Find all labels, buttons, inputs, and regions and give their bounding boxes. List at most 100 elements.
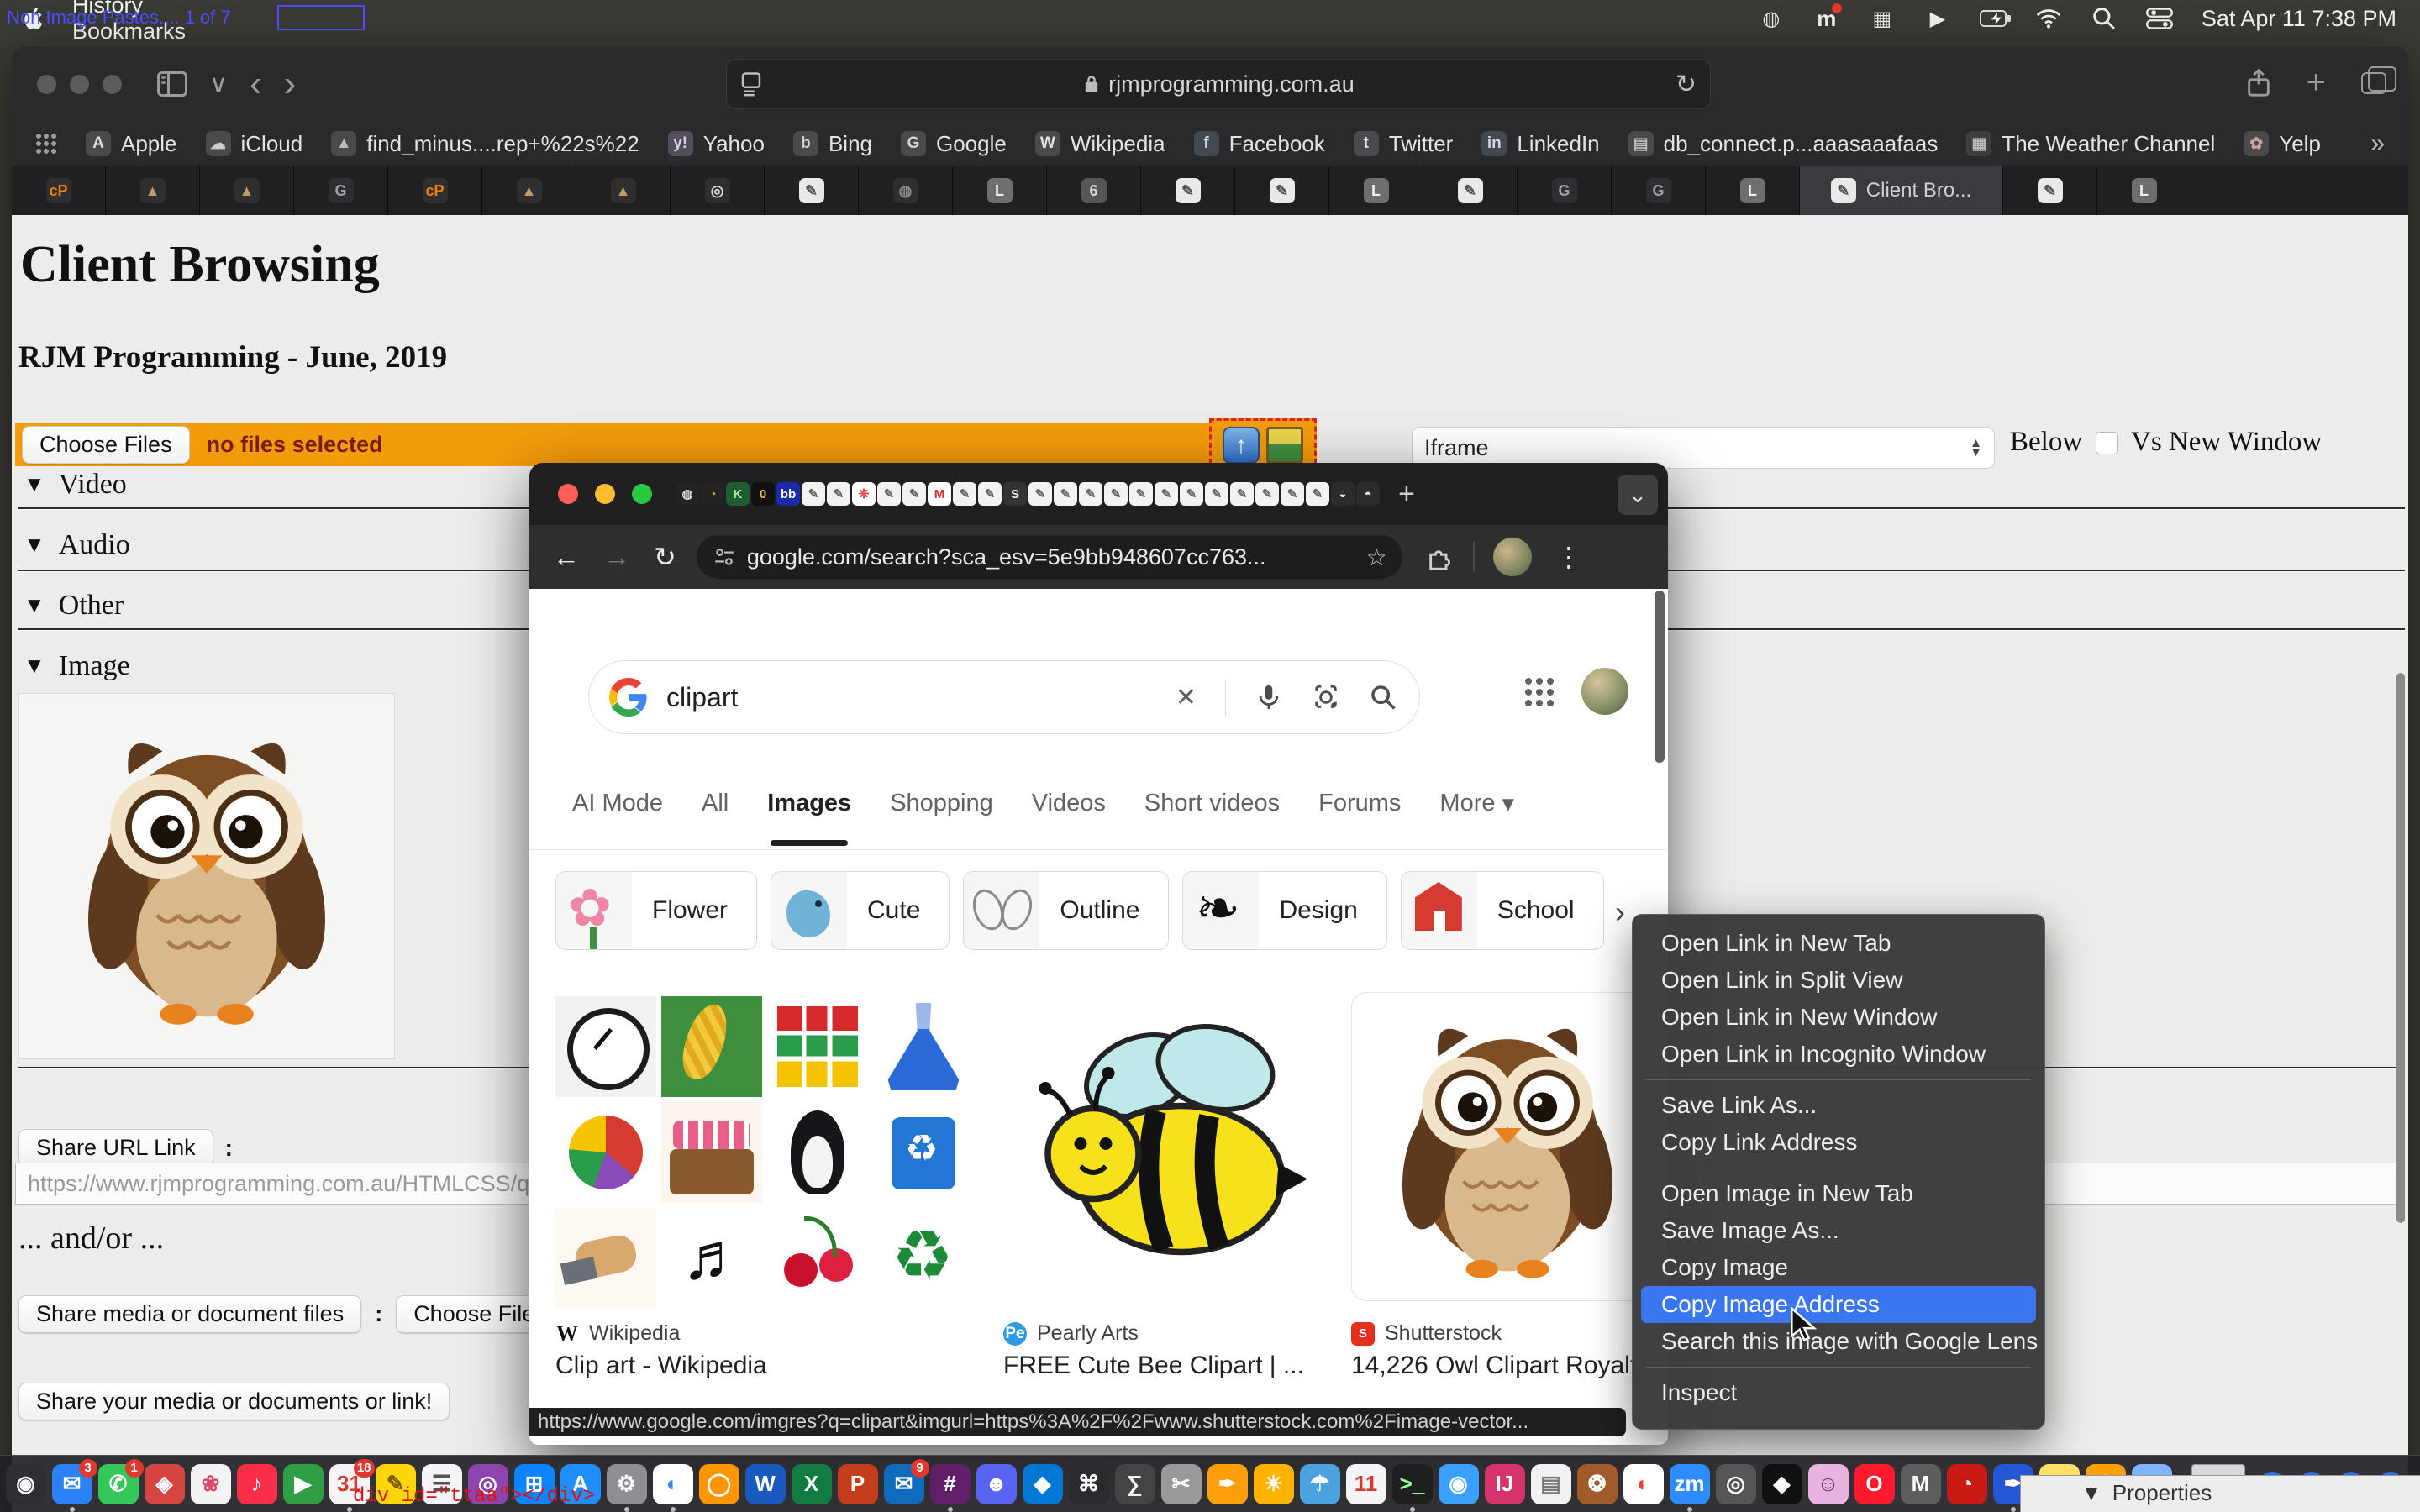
new-tab-button[interactable]: + [1398, 478, 1415, 511]
wifi-icon[interactable] [2035, 5, 2062, 32]
section-image[interactable]: ▼Image [24, 650, 130, 682]
pinned-tab[interactable]: ✎ [1180, 482, 1203, 506]
pinned-tab[interactable]: ✎ [1205, 482, 1228, 506]
context-menu-item[interactable]: Copy Link Address [1641, 1124, 2036, 1161]
pinned-tab[interactable]: S [1003, 482, 1027, 506]
browser-tab[interactable]: ▲ [200, 166, 294, 215]
context-menu-item[interactable]: Save Image As... [1641, 1212, 2036, 1249]
dock-icon[interactable]: ✂ [1161, 1464, 1202, 1504]
bee-result-image[interactable] [1003, 996, 1339, 1299]
dock-icon[interactable]: ◆ [1762, 1464, 1802, 1504]
dock-icon[interactable]: ◆ [1023, 1464, 1063, 1504]
browser-tab[interactable]: cP [388, 166, 482, 215]
pinned-tab[interactable]: ◓ [1356, 482, 1380, 506]
dock-icon[interactable]: 11 [1346, 1464, 1386, 1504]
pinned-tab[interactable]: ✎ [1155, 482, 1178, 506]
choose-files-button[interactable]: Choose Files [22, 426, 190, 464]
browser-tab[interactable]: 6 [1047, 166, 1141, 215]
result-tab[interactable]: More ▾ [1439, 789, 1514, 832]
google-apps-grid-icon[interactable] [1524, 677, 1555, 707]
dock-icon[interactable]: ☺ [1808, 1464, 1849, 1504]
share-submit-button[interactable]: Share your media or documents or link! [18, 1383, 450, 1420]
google-search-box[interactable]: clipart ✕ [588, 660, 1420, 734]
dock-icon[interactable]: >_ [1392, 1464, 1433, 1504]
pinned-tab[interactable]: ❊ [852, 482, 876, 506]
battery-icon[interactable] [1980, 5, 2007, 32]
reload-button[interactable]: ↻ [654, 541, 676, 573]
tab-search-chevron-button[interactable]: ⌄ [1618, 475, 1658, 515]
browser-tab[interactable]: G [1518, 166, 1612, 215]
site-settings-icon[interactable] [713, 546, 735, 568]
back-button[interactable]: ← [553, 542, 580, 573]
window-manager-icon[interactable]: ▦ [1869, 5, 1896, 32]
result-tab[interactable]: Images [767, 790, 851, 831]
browser-tab[interactable]: ✎ Client Bro... [1800, 166, 2003, 215]
dock-icon[interactable]: ◯ [699, 1464, 739, 1504]
page-scrollbar[interactable] [2396, 673, 2405, 1223]
bookmark-item[interactable]: f Facebook [1194, 131, 1325, 157]
result-source[interactable]: W Wikipedia [555, 1321, 680, 1346]
dock-icon[interactable]: ◈ [145, 1464, 185, 1504]
dock-icon[interactable]: ♪ [237, 1464, 277, 1504]
sidebar-chevron-icon[interactable]: ∨ [209, 70, 228, 99]
pinned-tab[interactable]: ✎ [1028, 482, 1052, 506]
share-icon[interactable] [2246, 69, 2271, 97]
omnibox[interactable]: google.com/search?sca_esv=5e9bb948607cc7… [697, 535, 1402, 579]
search-query[interactable]: clipart [666, 682, 738, 713]
context-menu-item[interactable]: Open Link in New Tab [1641, 925, 2036, 962]
bookmark-item[interactable]: ▲ find_minus....rep+%22s%22 [331, 131, 639, 157]
bookmark-item[interactable]: ☁ iCloud [206, 131, 303, 157]
result-title[interactable]: 14,226 Owl Clipart Royalt [1351, 1352, 1637, 1380]
pinned-tab[interactable]: ✎ [1255, 482, 1279, 506]
browser-tab[interactable]: ◎ [671, 166, 765, 215]
pinned-tab[interactable]: ✎ [1054, 482, 1077, 506]
context-menu-item[interactable]: Search this image with Google Lens [1641, 1323, 2036, 1360]
filter-chip[interactable]: School [1401, 871, 1604, 950]
minimize-button[interactable] [70, 75, 89, 94]
pinned-tab[interactable]: ✎ [1230, 482, 1254, 506]
pinned-tab[interactable]: M [928, 482, 951, 506]
dock-icon[interactable]: ✉ 9 [884, 1464, 924, 1504]
bookmark-item[interactable]: ✿ Yelp [2244, 131, 2321, 157]
dock-icon[interactable]: ◐ [653, 1464, 693, 1504]
browser-tab[interactable]: L [1706, 166, 1800, 215]
filter-chip[interactable]: Outline [963, 871, 1169, 950]
pinned-tab[interactable]: ✎ [1281, 482, 1304, 506]
dock-icon[interactable]: ✆ 1 [98, 1464, 139, 1504]
context-menu-item[interactable]: Open Link in New Window [1641, 999, 2036, 1036]
browser-tab[interactable]: G [294, 166, 388, 215]
dock-icon[interactable]: ◎ [1716, 1464, 1756, 1504]
pinned-tab[interactable]: ✎ [1129, 482, 1153, 506]
mic-icon[interactable] [1255, 683, 1283, 711]
new-tab-button[interactable]: + [2307, 64, 2326, 102]
control-center-icon[interactable] [2146, 5, 2173, 32]
result-tab[interactable]: Shopping [890, 790, 993, 831]
context-menu-item[interactable]: Open Link in Split View [1641, 962, 2036, 999]
dock-icon[interactable]: ❂ [1577, 1464, 1618, 1504]
content-scrollbar[interactable] [1655, 591, 1665, 763]
browser-tab[interactable]: ▲ [576, 166, 671, 215]
bookmark-item[interactable]: in LinkedIn [1481, 131, 1599, 157]
section-audio[interactable]: ▼Audio [24, 529, 130, 561]
dock-icon[interactable]: O [1854, 1464, 1895, 1504]
minimize-button[interactable] [595, 484, 615, 504]
dock-icon[interactable]: ◐ [1623, 1464, 1664, 1504]
browser-tab[interactable]: ✎ [2003, 166, 2097, 215]
back-button[interactable]: ‹ [250, 63, 262, 105]
result-source[interactable]: Pe Pearly Arts [1003, 1321, 1139, 1346]
browser-tab[interactable]: ✎ [1141, 166, 1235, 215]
google-account-avatar[interactable] [1581, 668, 1628, 715]
pinned-tab[interactable]: ✎ [827, 482, 850, 506]
zoom-button[interactable] [632, 484, 652, 504]
share-media-button[interactable]: Share media or document files [18, 1295, 361, 1333]
dock-icon[interactable]: M [1901, 1464, 1941, 1504]
section-video[interactable]: ▼Video [24, 469, 127, 501]
result-tab[interactable]: All [702, 790, 729, 831]
dock-icon[interactable]: P [838, 1464, 878, 1504]
pinned-tab[interactable]: ✎ [978, 482, 1002, 506]
result-tab[interactable]: Videos [1032, 790, 1106, 831]
tab-overview-icon[interactable] [2361, 72, 2386, 94]
dock-icon[interactable]: ⚙ [607, 1464, 647, 1504]
search-icon[interactable] [2091, 5, 2118, 32]
bookmarks-overflow-chevron[interactable]: » [2370, 129, 2385, 158]
